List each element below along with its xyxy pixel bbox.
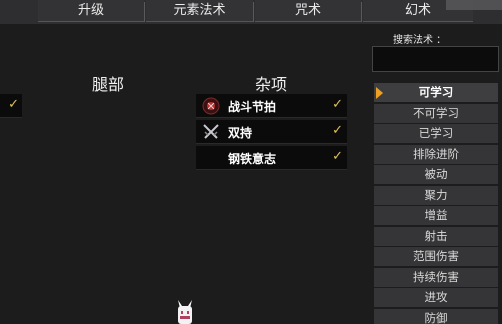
filter-damage-over-time[interactable]: 持续伤害 [374, 267, 498, 287]
battle-rhythm-icon [202, 97, 220, 115]
tab-bar: 升级 元素法术 咒术 幻术 [0, 0, 502, 24]
corner-decoration [446, 0, 502, 10]
filter-learnable[interactable]: 可学习 [374, 83, 498, 102]
tab-upgrade[interactable]: 升级 [38, 0, 144, 22]
active-arrow-icon [376, 87, 383, 99]
tab-divider [253, 2, 254, 22]
skill-row-battle-rhythm[interactable]: 战斗节拍 ✓ [196, 94, 347, 118]
legs-skill-row[interactable]: ✓ [0, 94, 22, 118]
filter-shooting[interactable]: 射击 [374, 226, 498, 246]
tab-divider [144, 2, 145, 22]
column-header-misc: 杂项 [255, 75, 288, 94]
tab-curses[interactable]: 咒术 [255, 0, 361, 22]
filter-offense[interactable]: 进攻 [374, 288, 498, 307]
filter-charge[interactable]: 聚力 [374, 185, 498, 205]
filter-exclude-advanced[interactable]: 排除进阶 [374, 144, 498, 164]
learned-check-icon: ✓ [332, 97, 343, 112]
skill-row-dual-wield[interactable]: 双持 ✓ [196, 120, 347, 144]
filter-list: 可学习 不可学习 已学习 排除进阶 被动 聚力 增益 射击 范围伤害 持续伤害 … [374, 83, 498, 324]
learned-check-icon: ✓ [332, 123, 343, 138]
crossed-swords-icon [203, 124, 219, 139]
skill-name: 战斗节拍 [228, 100, 277, 114]
filter-not-learnable[interactable]: 不可学习 [374, 103, 498, 123]
column-header-legs: 腿部 [92, 75, 125, 94]
skill-row-iron-will[interactable]: 钢铁意志 ✓ [196, 146, 347, 170]
filter-buff[interactable]: 增益 [374, 206, 498, 225]
tab-elemental-spells[interactable]: 元素法术 [146, 0, 253, 22]
search-label: 搜索法术 ： [393, 35, 447, 46]
tab-divider [361, 2, 362, 22]
learned-check-icon: ✓ [8, 97, 19, 112]
skill-name: 双持 [228, 126, 253, 140]
search-input[interactable] [372, 46, 499, 72]
filter-learned[interactable]: 已学习 [374, 124, 498, 143]
skill-name: 钢铁意志 [228, 152, 277, 166]
filter-defense[interactable]: 防御 [374, 308, 498, 324]
learned-check-icon: ✓ [332, 149, 343, 164]
character-sprite [178, 300, 192, 324]
filter-area-damage[interactable]: 范围伤害 [374, 247, 498, 266]
filter-passive[interactable]: 被动 [374, 165, 498, 184]
